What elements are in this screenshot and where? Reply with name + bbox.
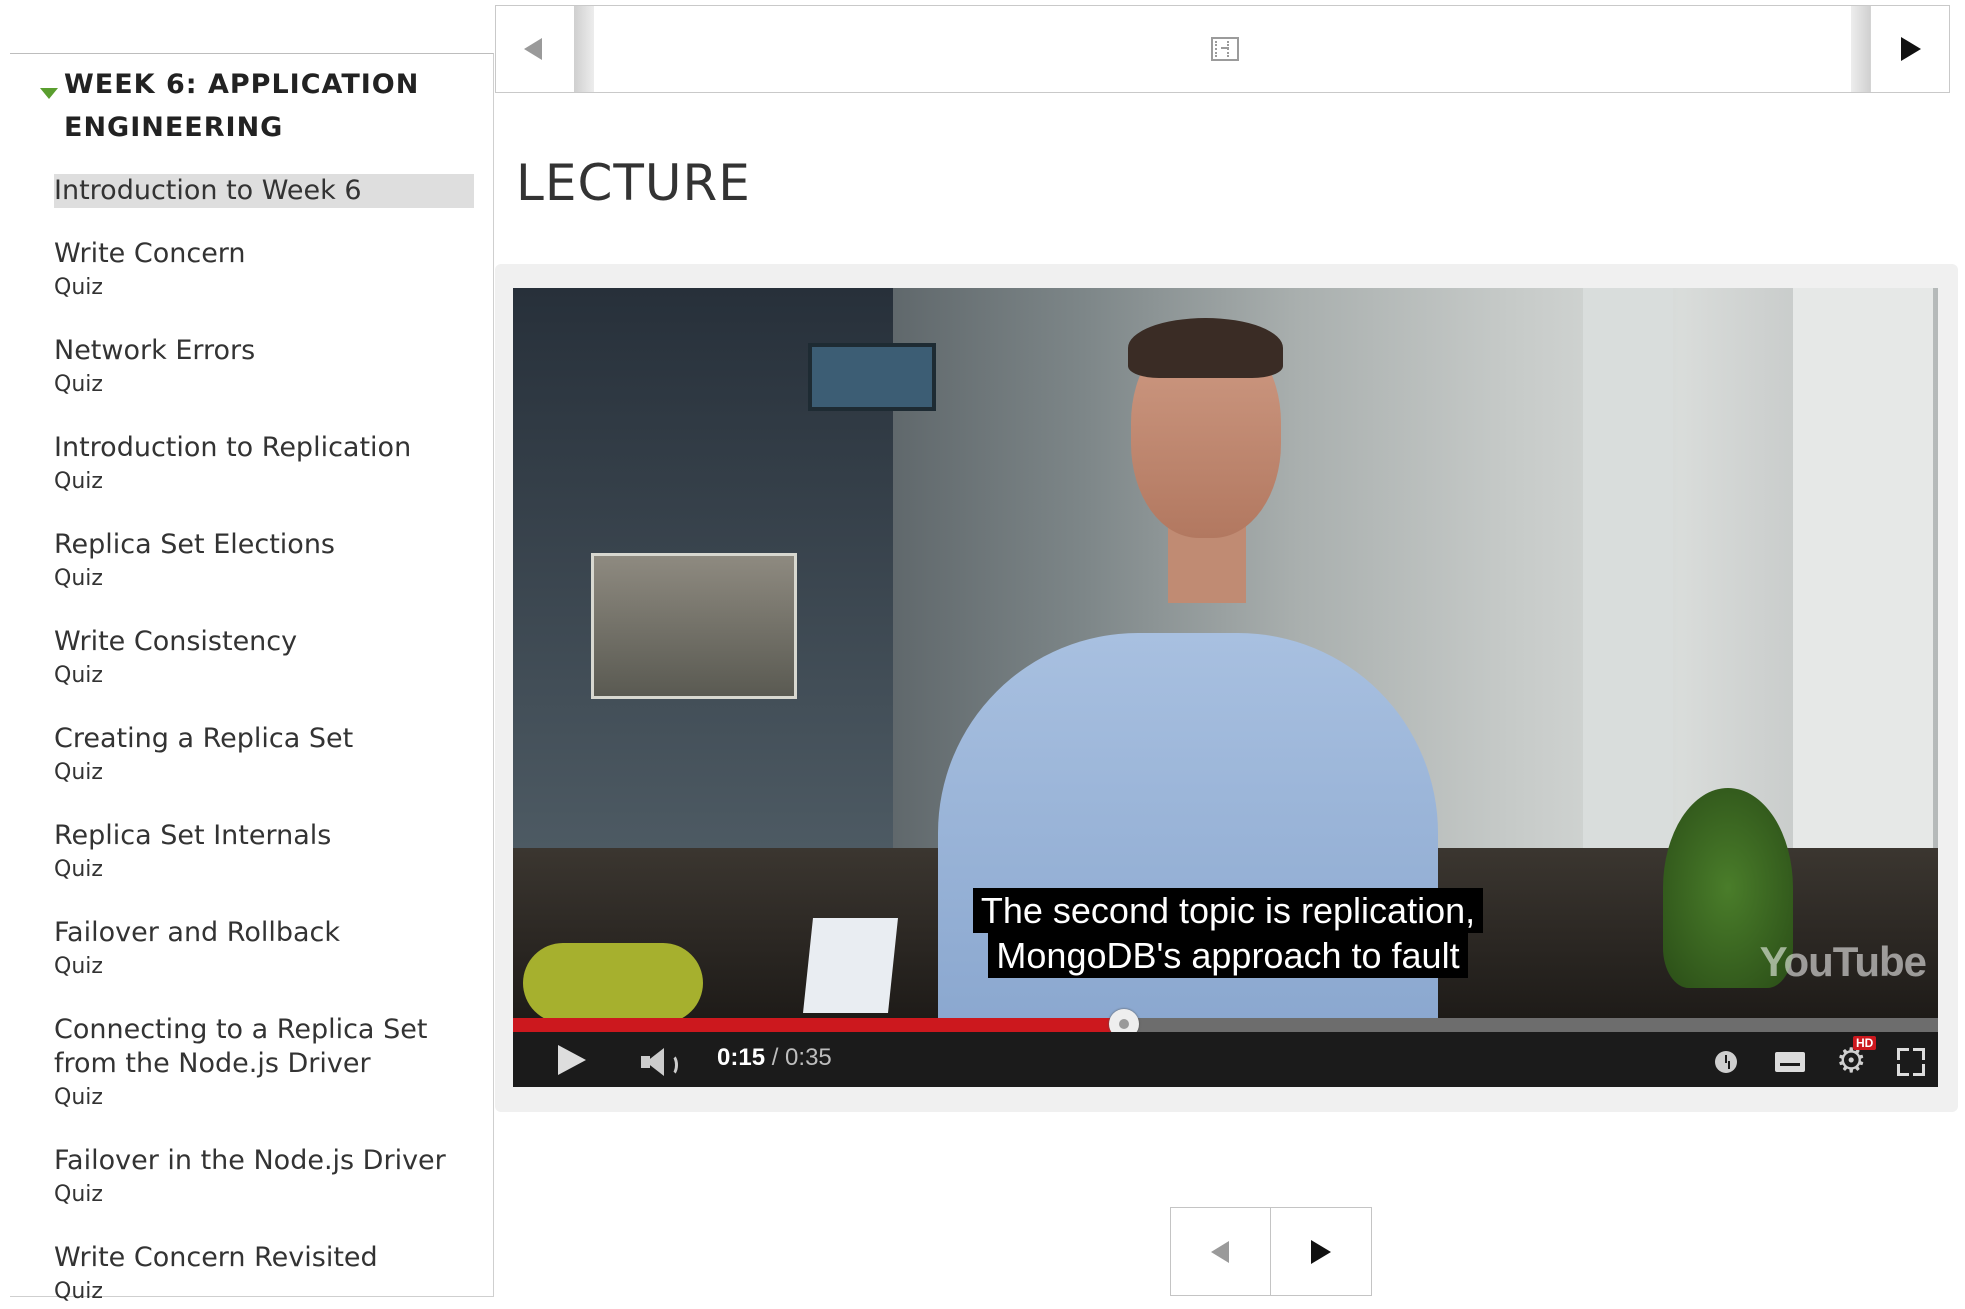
sidebar-item[interactable]: Write Concern Quiz [54, 237, 484, 305]
sidebar-item-title[interactable]: Write Concern Revisited [54, 1241, 484, 1275]
caption-line-2: MongoDB's approach to fault [988, 933, 1468, 978]
sidebar-item-title[interactable]: Creating a Replica Set [54, 722, 484, 756]
sidebar-item-quiz-link[interactable]: Quiz [54, 1178, 484, 1212]
sidebar-item[interactable]: Failover in the Node.js Driver Quiz [54, 1144, 484, 1212]
video-frame[interactable]: YouTube The second topic is replication,… [513, 288, 1938, 1018]
sidebar-item-title[interactable]: Introduction to Week 6 [54, 174, 474, 208]
sidebar-item-title[interactable]: Introduction to Replication [54, 431, 484, 465]
sidebar: WEEK 6: APPLICATION ENGINEERING Introduc… [10, 53, 494, 1304]
sidebar-item-title[interactable]: Replica Set Elections [54, 528, 484, 562]
fullscreen-icon[interactable] [1897, 1048, 1925, 1076]
sidebar-item-title[interactable]: Replica Set Internals [54, 819, 484, 853]
sidebar-item-quiz-link[interactable]: Quiz [54, 1275, 484, 1309]
sidebar-item[interactable]: Introduction to Replication Quiz [54, 431, 484, 499]
triangle-left-icon [524, 38, 542, 60]
video-player[interactable]: YouTube The second topic is replication,… [513, 288, 1938, 1087]
progress-bar[interactable] [513, 1009, 1938, 1039]
time-display: 0:15 / 0:35 [717, 1044, 832, 1072]
film-icon[interactable] [1211, 37, 1239, 61]
sidebar-item[interactable]: Replica Set Internals Quiz [54, 819, 484, 887]
watch-later-icon[interactable] [1715, 1051, 1737, 1073]
sidebar-item-quiz-link[interactable]: Quiz [54, 1081, 484, 1115]
top-next-button[interactable] [1870, 6, 1949, 92]
sidebar-item-title[interactable]: Failover in the Node.js Driver [54, 1144, 484, 1178]
current-time: 0:15 [717, 1044, 766, 1071]
progress-fill [513, 1018, 1124, 1032]
bottom-next-button[interactable] [1271, 1208, 1371, 1295]
sidebar-item-title[interactable]: Failover and Rollback [54, 916, 484, 950]
sidebar-item-title[interactable]: Network Errors [54, 334, 484, 368]
bottom-prev-button[interactable] [1171, 1208, 1271, 1295]
triangle-right-icon [1901, 37, 1921, 61]
control-bar: 0:15 / 0:35 ⚙ HD [513, 1032, 1938, 1087]
sidebar-item-quiz-link[interactable]: Quiz [54, 271, 484, 305]
sidebar-item-title[interactable]: Write Concern [54, 237, 484, 271]
sidebar-item[interactable]: Introduction to Week 6 [54, 174, 484, 208]
sidebar-item-quiz-link[interactable]: Quiz [54, 465, 484, 499]
volume-icon[interactable] [641, 1048, 681, 1076]
hd-badge: HD [1853, 1036, 1877, 1050]
triangle-right-icon [1311, 1240, 1331, 1264]
top-prev-button[interactable] [496, 6, 575, 92]
total-time: / 0:35 [771, 1044, 832, 1071]
sidebar-item-quiz-link[interactable]: Quiz [54, 756, 484, 790]
week-title[interactable]: WEEK 6: APPLICATION ENGINEERING [64, 63, 484, 149]
sidebar-item-quiz-link[interactable]: Quiz [54, 950, 484, 984]
subtitles: The second topic is replication, MongoDB… [963, 888, 1493, 978]
sidebar-item-quiz-link[interactable]: Quiz [54, 368, 484, 402]
scroll-shadow-right [1851, 6, 1871, 92]
video-panel: YouTube The second topic is replication,… [495, 264, 1958, 1112]
sidebar-item[interactable]: Replica Set Elections Quiz [54, 528, 484, 596]
sidebar-item[interactable]: Write Concern Revisited Quiz [54, 1241, 484, 1309]
sidebar-item-quiz-link[interactable]: Quiz [54, 659, 484, 693]
bottom-navigation [1170, 1207, 1372, 1296]
top-navigation [495, 5, 1950, 93]
caption-line-1: The second topic is replication, [972, 888, 1484, 933]
captions-icon[interactable] [1775, 1052, 1805, 1072]
sidebar-item-title[interactable]: Write Consistency [54, 625, 484, 659]
sidebar-item[interactable]: Creating a Replica Set Quiz [54, 722, 484, 790]
page-title: LECTURE [516, 154, 751, 212]
expand-arrow-icon[interactable] [40, 88, 58, 99]
triangle-left-icon [1211, 1241, 1229, 1263]
play-icon[interactable] [558, 1045, 586, 1075]
sidebar-item-quiz-link[interactable]: Quiz [54, 562, 484, 596]
sidebar-item[interactable]: Failover and Rollback Quiz [54, 916, 484, 984]
youtube-logo[interactable]: YouTube [1760, 938, 1927, 986]
sidebar-item-quiz-link[interactable]: Quiz [54, 853, 484, 887]
sidebar-item[interactable]: Network Errors Quiz [54, 334, 484, 402]
sidebar-item-title[interactable]: Connecting to a Replica Set from the Nod… [54, 1013, 484, 1081]
settings-gear-icon[interactable]: ⚙ [1836, 1044, 1866, 1078]
sidebar-item[interactable]: Connecting to a Replica Set from the Nod… [54, 1013, 484, 1115]
sidebar-item[interactable]: Write Consistency Quiz [54, 625, 484, 693]
scroll-shadow-left [574, 6, 594, 92]
